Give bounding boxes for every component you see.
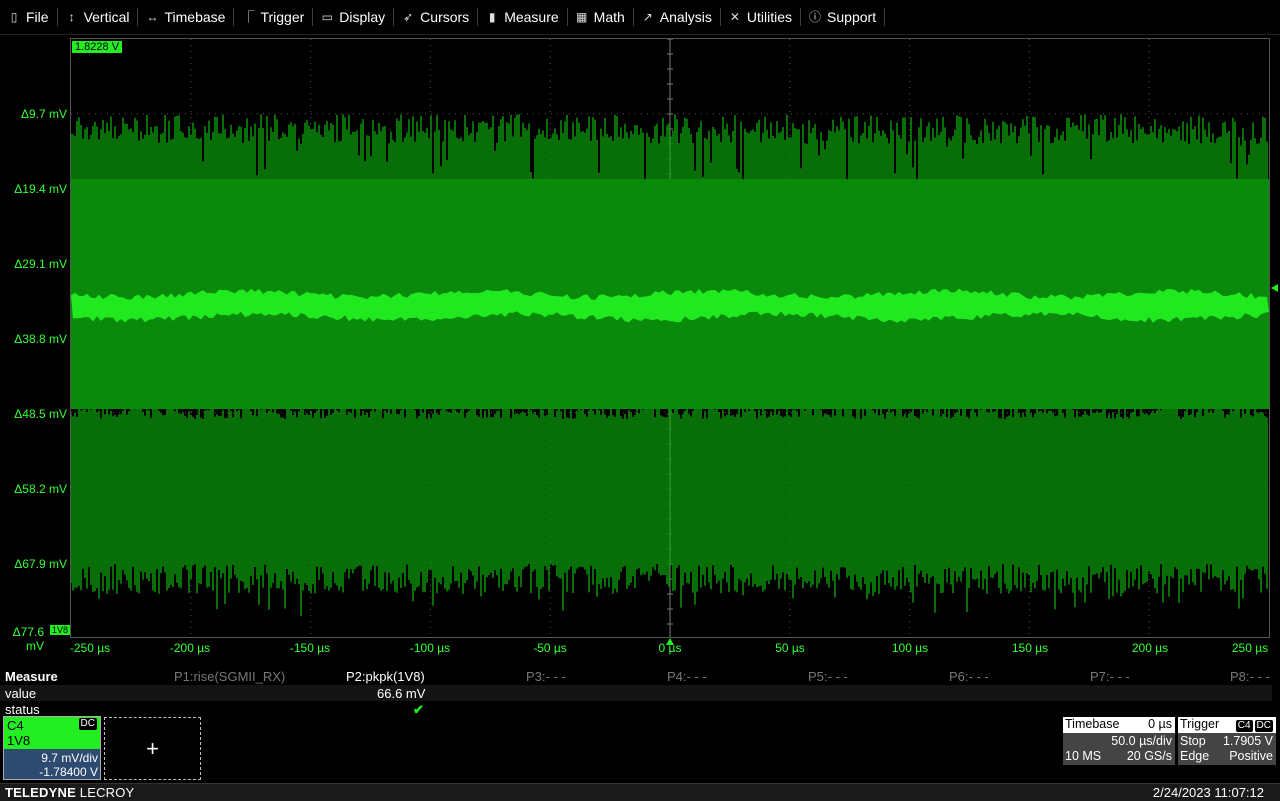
measure-param-p5[interactable]: P5:- - - [808,669,848,685]
menu-bar: ▯ File ↕ Vertical ↔ Timebase ⎾ Trigger ▭ Disp… [0,0,1280,35]
status-bar: TELEDYNE LECROY 2/24/2023 11:07:12 [0,783,1280,801]
channel-label: 1V8 [7,733,31,748]
x-axis-label: 0 µs [658,641,682,655]
menu-analysis[interactable]: ↗ Analysis [634,0,722,34]
measure-param-p4[interactable]: P4:- - - [667,669,707,685]
timebase-samples: 10 MS [1065,749,1102,763]
timebase-delay: 0 µs [1148,717,1172,731]
menu-trigger[interactable]: ⎾ Trigger [234,0,314,34]
menu-cursors[interactable]: ➶ Cursors [394,0,479,34]
y-axis-label: Δ29.1 mV [14,257,67,271]
channel-offset: -1.78400 V [39,765,98,779]
channel-header: C4 DC 1V8 [4,717,100,749]
level-badge: 1.8228 V [72,41,123,53]
x-axis-label: 200 µs [1131,641,1169,655]
y-axis-label: Δ67.9 mV [14,557,67,571]
measure-table: Measure P1:rise(SGMII_RX) P2:pkpk(1V8) P… [0,669,1280,717]
y-axis-label: Δ38.8 mV [14,332,67,346]
x-axis-label: -200 µs [169,641,211,655]
chart-icon: ↗ [642,10,653,24]
menu-display[interactable]: ▭ Display [313,0,395,34]
menu-vertical[interactable]: ↕ Vertical [58,0,139,34]
trigger-source-badge: C4 [1235,720,1253,732]
measure-param-p8[interactable]: P8:- - - [1230,669,1270,685]
menu-file[interactable]: ▯ File [0,0,58,34]
measure-row-label: status [5,702,40,717]
x-axis-label: 100 µs [891,641,929,655]
measure-param-p1[interactable]: P1:rise(SGMII_RX) [174,669,285,685]
x-axis-label: -150 µs [289,641,331,655]
datetime: 2/24/2023 11:07:12 [1152,785,1264,800]
measure-param-p7[interactable]: P7:- - - [1090,669,1130,685]
waveform-grid[interactable] [70,38,1270,638]
waveform-trace [71,39,1269,637]
calculator-icon: ▦ [575,10,588,24]
timebase-header: Timebase 0 µs [1063,717,1175,733]
horizontal-arrows-icon: ↔ [146,10,159,24]
p2-value: 66.6 mV [377,686,426,701]
trigger-type: Edge [1180,749,1210,763]
display-icon: ▭ [321,10,333,24]
y-axis-label: Δ77.6 mV [12,625,44,653]
trigger-level: 1.7905 V [1222,734,1273,748]
trigger-descriptor[interactable]: Trigger C4 DC Stop 1.7905 V Edge Positive [1178,717,1276,765]
channel-coupling-badge: DC [78,718,97,730]
brand-logo: TELEDYNE LECROY [5,785,135,800]
y-axis-label: Δ9.7 mV [20,107,67,121]
measure-title: Measure [5,669,58,684]
measure-param-p2[interactable]: P2:pkpk(1V8) [346,669,425,685]
channel-name: C4 [7,718,24,733]
trigger-coupling-badge: DC [1254,720,1273,732]
x-axis-label: -50 µs [533,641,567,655]
measure-row-status: status ✔ [0,701,1272,717]
y-axis-label: Δ19.4 mV [14,182,67,196]
timebase-rate: 20 GS/s [1126,749,1172,763]
channel-vdiv: 9.7 mV/div [41,751,98,765]
trigger-slope: Positive [1229,749,1273,763]
trigger-title: Trigger [1180,717,1220,731]
menu-measure[interactable]: ▮ Measure [478,0,569,34]
measure-param-p6[interactable]: P6:- - - [949,669,989,685]
menu-timebase[interactable]: ↔ Timebase [138,0,235,34]
info-icon: ⓘ [809,10,822,24]
vertical-arrows-icon: ↕ [68,10,75,24]
x-axis-label: 50 µs [775,641,805,655]
add-trace-button[interactable]: + [104,717,201,780]
measure-param-p3[interactable]: P3:- - - [526,669,566,685]
x-axis-label: 150 µs [1011,641,1049,655]
status-check-icon: ✔ [413,702,424,717]
timebase-descriptor[interactable]: Timebase 0 µs 50.0 µs/div 10 MS 20 GS/s [1063,717,1175,765]
trigger-level-arrow-icon[interactable] [1271,284,1278,292]
trigger-mode: Stop [1180,734,1206,748]
cursor-icon: ➶ [403,10,414,24]
trigger-icon: ⎾ [242,10,255,24]
y-axis-label: Δ58.2 mV [14,482,67,496]
measure-row-value: value 66.6 mV [0,685,1272,701]
channel-descriptor-c4[interactable]: C4 DC 1V8 9.7 mV/div -1.78400 V [3,716,101,780]
channel-marker[interactable]: 1V8 [50,625,71,635]
measure-row-label: value [5,686,37,701]
menu-math[interactable]: ▦ Math [568,0,634,34]
channel-settings: 9.7 mV/div -1.78400 V [4,749,100,779]
x-axis-label: -250 µs [69,641,111,655]
measure-icon: ▮ [488,10,496,24]
x-axis-label: -100 µs [409,641,451,655]
timebase-title: Timebase [1065,717,1120,731]
timebase-tdiv: 50.0 µs/div [1111,734,1172,748]
y-axis-label: Δ48.5 mV [14,407,67,421]
menu-support[interactable]: ⓘ Support [801,0,886,34]
trigger-header: Trigger C4 DC [1178,717,1276,733]
x-axis-label: 250 µs [1231,641,1269,655]
menu-utilities[interactable]: ✕ Utilities [721,0,802,34]
tools-icon: ✕ [729,10,740,24]
file-icon: ▯ [10,10,18,24]
